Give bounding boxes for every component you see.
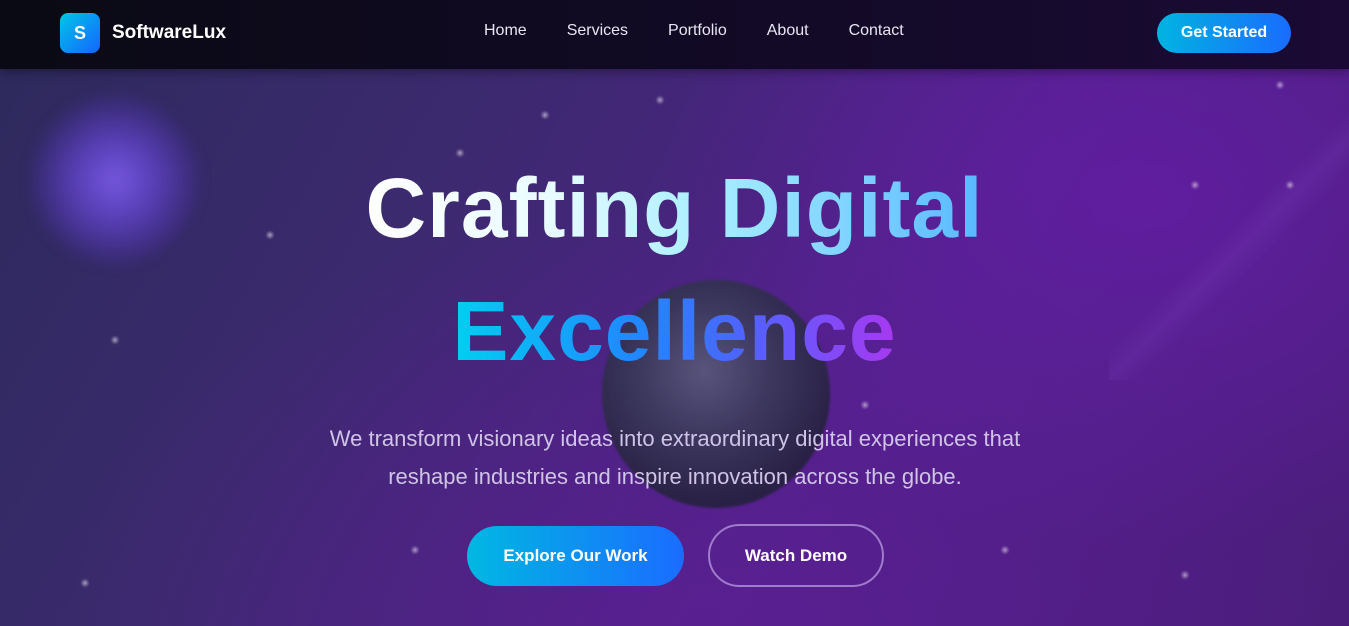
hero-title-line2-text: Excellence bbox=[452, 284, 897, 378]
hero-subtitle-line1: We transform visionary ideas into extrao… bbox=[329, 426, 1021, 451]
hero-title-line2: Excellence bbox=[0, 283, 1349, 380]
get-started-button[interactable]: Get Started bbox=[1157, 13, 1291, 53]
nav-link-contact[interactable]: Contact bbox=[849, 22, 904, 40]
nav-link-home[interactable]: Home bbox=[484, 22, 527, 40]
nav-link-services[interactable]: Services bbox=[567, 22, 628, 40]
hero-subtitle: We transform visionary ideas into extrao… bbox=[275, 420, 1075, 496]
watch-demo-button[interactable]: Watch Demo bbox=[708, 524, 884, 587]
sparkle-decoration bbox=[860, 400, 870, 410]
hero-subtitle-line2: reshape industries and inspire innovatio… bbox=[388, 464, 962, 489]
hero-title-line1: Crafting Digital bbox=[0, 160, 1349, 257]
explore-work-button[interactable]: Explore Our Work bbox=[467, 526, 684, 586]
sparkle-decoration bbox=[455, 148, 465, 158]
hero-title-line1-text: Crafting Digital bbox=[365, 161, 984, 255]
sparkle-decoration bbox=[410, 545, 420, 555]
brand[interactable]: S SoftwareLux bbox=[60, 13, 226, 53]
sparkle-decoration bbox=[1000, 545, 1010, 555]
logo-icon: S bbox=[60, 13, 100, 53]
sparkle-decoration bbox=[655, 95, 665, 105]
top-navbar: S SoftwareLux Home Services Portfolio Ab… bbox=[0, 0, 1349, 69]
nav-link-about[interactable]: About bbox=[767, 22, 809, 40]
nav-link-portfolio[interactable]: Portfolio bbox=[668, 22, 727, 40]
brand-name: SoftwareLux bbox=[112, 22, 227, 43]
sparkle-decoration bbox=[1180, 570, 1190, 580]
sparkle-decoration bbox=[1275, 80, 1285, 90]
sparkle-decoration bbox=[540, 110, 550, 120]
sparkle-decoration bbox=[80, 578, 90, 588]
nav-menu: Home Services Portfolio About Contact bbox=[484, 22, 944, 40]
hero-page: S SoftwareLux Home Services Portfolio Ab… bbox=[0, 0, 1349, 626]
